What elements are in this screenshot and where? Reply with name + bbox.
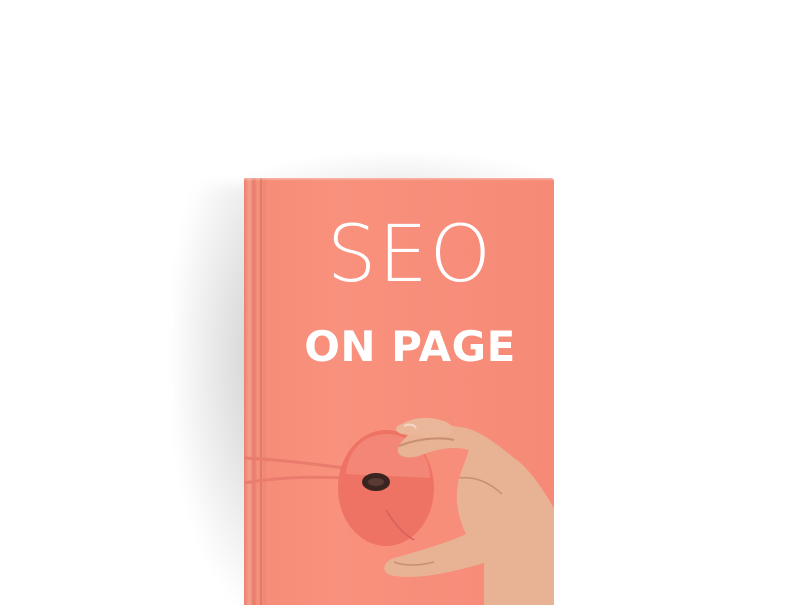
mouse-and-hand-photo xyxy=(244,417,554,605)
book-mockup-scene: SEO ON PAGE xyxy=(0,0,805,605)
book-cover: SEO ON PAGE xyxy=(244,178,554,605)
mouse-cable xyxy=(244,456,346,470)
